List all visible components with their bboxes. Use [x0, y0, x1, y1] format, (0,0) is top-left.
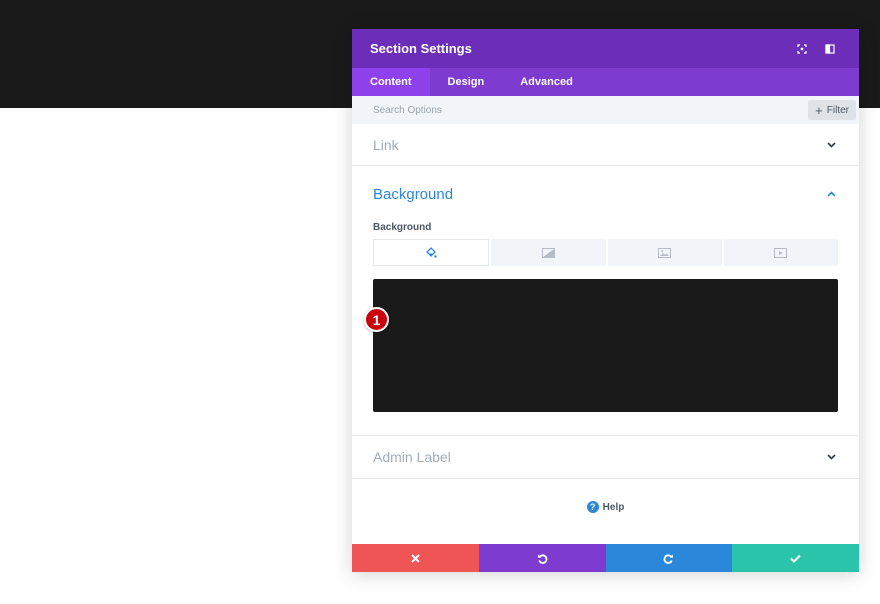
tab-advanced[interactable]: Advanced: [502, 68, 591, 96]
search-bar: + Filter: [352, 96, 859, 124]
filter-label: Filter: [826, 104, 849, 116]
plus-icon: +: [815, 102, 823, 118]
background-toggle-header[interactable]: Background: [373, 166, 838, 222]
sidebar-toggle-icon[interactable]: [819, 38, 841, 60]
cancel-button[interactable]: [352, 544, 479, 572]
admin-label-toggle-title: Admin Label: [373, 449, 451, 465]
link-toggle[interactable]: Link: [352, 124, 859, 166]
filter-button[interactable]: + Filter: [808, 100, 856, 120]
admin-label-toggle[interactable]: Admin Label: [352, 436, 859, 479]
help-icon[interactable]: ?: [586, 501, 599, 513]
modal-header: Section Settings: [352, 29, 859, 68]
background-toggle-title: Background: [373, 185, 454, 203]
redo-icon: [663, 553, 674, 564]
check-icon: [790, 554, 801, 563]
help-row: ? Help: [352, 479, 859, 535]
settings-tabs: Content Design Advanced: [352, 68, 859, 96]
color-fill-icon[interactable]: [373, 239, 490, 266]
modal-footer: [352, 544, 859, 572]
background-color-swatch[interactable]: [373, 279, 838, 412]
undo-button[interactable]: [478, 544, 606, 572]
gradient-icon[interactable]: [491, 239, 606, 266]
chevron-down-icon: [824, 138, 838, 152]
background-field-label: Background: [373, 222, 432, 233]
focus-icon[interactable]: [791, 38, 813, 60]
section-settings-modal: Section Settings Content Design Advanced…: [352, 29, 859, 572]
tab-design[interactable]: Design: [430, 68, 503, 96]
image-icon[interactable]: [607, 239, 722, 266]
link-toggle-title: Link: [373, 136, 399, 153]
tab-content[interactable]: Content: [352, 68, 430, 96]
modal-title: Section Settings: [370, 41, 472, 56]
search-input[interactable]: [373, 104, 809, 116]
save-button[interactable]: [732, 544, 859, 572]
background-type-tabs: [373, 239, 838, 266]
chevron-down-icon: [824, 450, 838, 464]
redo-button[interactable]: [605, 544, 733, 572]
help-link[interactable]: Help: [603, 502, 625, 513]
background-toggle: Background Background 1: [352, 166, 859, 436]
video-icon[interactable]: [723, 239, 838, 266]
undo-icon: [537, 553, 548, 564]
chevron-up-icon: [824, 187, 838, 201]
close-icon: [411, 553, 420, 563]
step-badge: 1: [364, 307, 389, 332]
